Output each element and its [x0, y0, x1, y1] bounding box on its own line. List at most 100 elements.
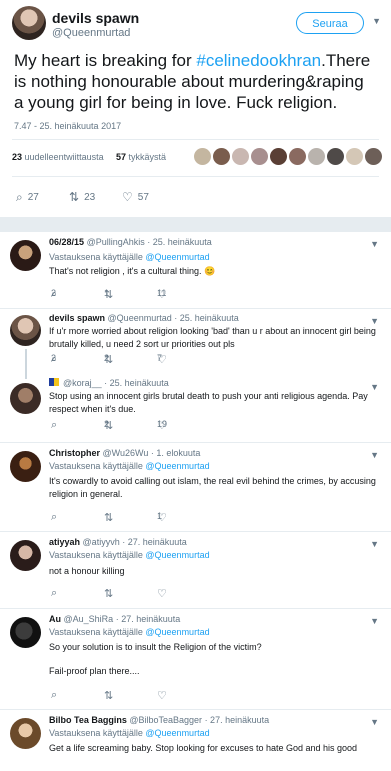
handle[interactable]: @PullingAhkis: [87, 237, 145, 247]
mention-link[interactable]: @Queenmurtad: [145, 728, 209, 738]
liker-avatar[interactable]: [365, 148, 382, 165]
reply-tweet[interactable]: @koraj__ · 25. heinäkuuta ▼ Stop using a…: [0, 375, 391, 443]
reply-icon: ⌕: [51, 587, 58, 599]
mention-link[interactable]: @Queenmurtad: [145, 550, 209, 560]
chevron-down-icon[interactable]: ▼: [370, 616, 379, 626]
display-name[interactable]: devils spawn: [49, 313, 105, 323]
reply-button[interactable]: ⌕ 27: [16, 190, 39, 205]
avatar[interactable]: [10, 240, 41, 271]
reply-count: 27: [27, 192, 39, 203]
tweet-text-prefix: My heart is breaking for: [14, 51, 197, 70]
handle[interactable]: @Queenmurtad: [52, 27, 130, 39]
likes-stat[interactable]: 57 tykkäystä: [116, 152, 166, 162]
timestamp[interactable]: 7.47 - 25. heinäkuuta 2017: [0, 113, 391, 139]
reply-text: That's not religion , it's a cultural th…: [49, 266, 216, 276]
display-name[interactable]: Christopher: [49, 448, 100, 458]
avatar[interactable]: [10, 718, 41, 749]
avatar[interactable]: [10, 451, 41, 482]
retweet-count: 2: [104, 353, 110, 363]
display-name[interactable]: 06/28/15: [49, 237, 84, 247]
tweet-stats: 23 uudelleentwiittausta 57 tykkäystä: [12, 139, 382, 177]
chevron-down-icon[interactable]: ▼: [370, 450, 379, 460]
reply-tweet[interactable]: Au @Au_ShiRa · 27. heinäkuuta ▼ Vastauks…: [0, 609, 391, 710]
likes-label: tykkäystä: [128, 152, 167, 162]
reply-text: So your solution is to insult the Religi…: [49, 642, 262, 652]
retweet-icon: ⇅: [104, 512, 114, 524]
avatar[interactable]: [10, 383, 41, 414]
display-name[interactable]: atiyyah: [49, 537, 80, 547]
replying-label: Vastauksena käyttäjälle: [49, 550, 143, 560]
liker-avatar[interactable]: [289, 148, 306, 165]
likes-count: 57: [116, 152, 127, 162]
avatar[interactable]: [10, 540, 41, 571]
retweet-count: 23: [84, 192, 96, 203]
liker-avatar[interactable]: [270, 148, 287, 165]
display-name[interactable]: Bilbo Tea Baggins: [49, 715, 127, 725]
retweets-count: 23: [12, 152, 23, 162]
reply-icon: ⌕: [51, 419, 58, 431]
chevron-down-icon[interactable]: ▼: [370, 539, 379, 549]
reply-tweet[interactable]: Christopher @Wu26Wu · 1. elokuuta ▼ Vast…: [0, 443, 391, 532]
retweet-icon: ⇅: [104, 588, 114, 600]
handle[interactable]: @BilboTeaBagger: [129, 715, 202, 725]
hashtag-link[interactable]: #celinedookhran: [196, 51, 321, 70]
chevron-down-icon[interactable]: ▼: [370, 239, 379, 249]
replying-to: Vastauksena käyttäjälle @Queenmurtad: [49, 627, 210, 637]
handle[interactable]: @Au_ShiRa: [64, 614, 114, 624]
handle[interactable]: @Wu26Wu: [103, 448, 149, 458]
reply-text: It's cowardly to avoid calling out islam…: [49, 476, 376, 499]
replying-label: Vastauksena käyttäjälle: [49, 627, 143, 637]
chevron-down-icon[interactable]: ▼: [370, 717, 379, 727]
reply-tweet[interactable]: devils spawn @Queenmurtad · 25. heinäkuu…: [0, 309, 391, 379]
like-button[interactable]: ♡ 57: [122, 190, 149, 204]
handle[interactable]: @atiyyvh: [83, 537, 120, 547]
retweet-button[interactable]: ⇅ 23: [69, 190, 95, 204]
date[interactable]: · 1. elokuuta: [151, 448, 201, 458]
avatar[interactable]: [10, 315, 41, 346]
chevron-down-icon[interactable]: ▼: [372, 16, 381, 26]
liker-avatar[interactable]: [194, 148, 211, 165]
reply-tweet[interactable]: atiyyah @atiyyvh · 27. heinäkuuta ▼ Vast…: [0, 532, 391, 609]
display-name[interactable]: Au: [49, 614, 61, 624]
liker-avatar[interactable]: [251, 148, 268, 165]
avatar[interactable]: [10, 617, 41, 648]
date[interactable]: · 25. heinäkuuta: [104, 378, 169, 388]
mention-link[interactable]: @Queenmurtad: [145, 461, 209, 471]
replying-label: Vastauksena käyttäjälle: [49, 252, 143, 262]
liker-avatar[interactable]: [308, 148, 325, 165]
date[interactable]: · 27. heinäkuuta: [205, 715, 270, 725]
heart-icon: ♡: [157, 588, 167, 600]
like-count: 1: [157, 511, 163, 521]
handle[interactable]: @koraj__: [63, 378, 102, 388]
liker-avatar[interactable]: [327, 148, 344, 165]
reply-header: Christopher @Wu26Wu · 1. elokuuta: [49, 448, 200, 458]
replying-to: Vastauksena käyttäjälle @Queenmurtad: [49, 461, 210, 471]
liker-avatar[interactable]: [346, 148, 363, 165]
reply-tweet[interactable]: 06/28/15 @PullingAhkis · 25. heinäkuuta …: [0, 232, 391, 309]
like-count: 19: [157, 419, 168, 429]
like-count: 57: [137, 192, 149, 203]
retweet-count: 2: [104, 419, 110, 429]
mention-link[interactable]: @Queenmurtad: [145, 627, 209, 637]
reply-tweet[interactable]: Bilbo Tea Baggins @BilboTeaBagger · 27. …: [0, 710, 391, 770]
avatar[interactable]: [12, 6, 46, 40]
like-count: 7: [157, 353, 163, 363]
replying-label: Vastauksena käyttäjälle: [49, 728, 143, 738]
mention-link[interactable]: @Queenmurtad: [145, 252, 209, 262]
date[interactable]: · 25. heinäkuuta: [147, 237, 212, 247]
date[interactable]: · 25. heinäkuuta: [174, 313, 239, 323]
reply-text: Get a life screaming baby. Stop looking …: [49, 743, 358, 753]
retweet-stat[interactable]: 23 uudelleentwiittausta: [12, 152, 104, 162]
reply-text: not a honour killing: [49, 566, 125, 576]
liker-avatar[interactable]: [232, 148, 249, 165]
display-name[interactable]: devils spawn: [52, 10, 139, 26]
replying-label: Vastauksena käyttäjälle: [49, 461, 143, 471]
reply-text-line-2: Fail-proof plan there....: [49, 666, 140, 676]
follow-button[interactable]: Seuraa: [296, 12, 364, 34]
liker-avatar[interactable]: [213, 148, 230, 165]
handle[interactable]: @Queenmurtad: [108, 313, 172, 323]
reply-header: devils spawn @Queenmurtad · 25. heinäkuu…: [49, 313, 239, 323]
date[interactable]: · 27. heinäkuuta: [122, 537, 187, 547]
date[interactable]: · 27. heinäkuuta: [116, 614, 181, 624]
retweet-count: 1: [104, 288, 110, 298]
